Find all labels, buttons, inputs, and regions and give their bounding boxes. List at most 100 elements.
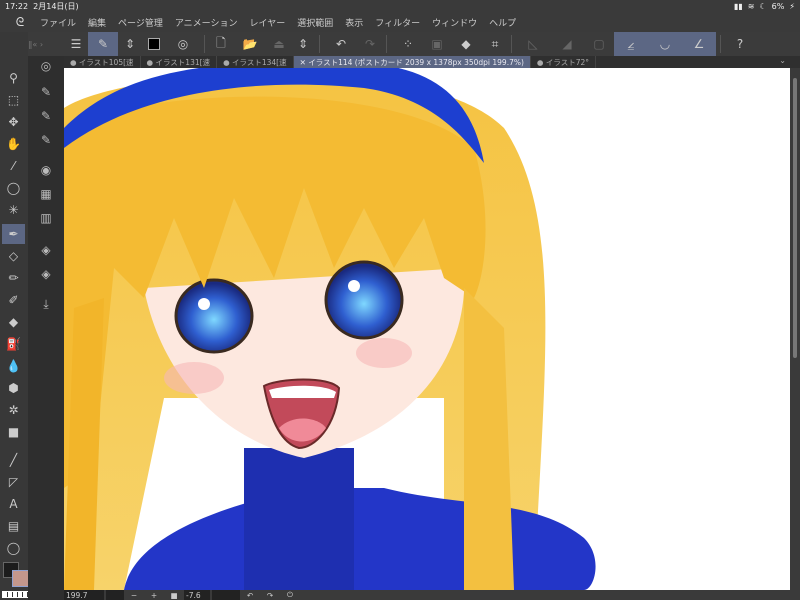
companion-icon[interactable]: ◎ [166, 32, 200, 56]
airbrush-tool-icon[interactable]: ⛽ [2, 334, 25, 354]
eyedropper-tool-icon[interactable]: ⁄ [2, 156, 25, 176]
blend-tool-icon[interactable]: 💧 [2, 356, 25, 376]
animation-icon[interactable]: ▥ [34, 208, 58, 228]
hand-tool-icon[interactable]: ✋ [2, 134, 25, 154]
tab-illust72[interactable]: ● イラスト72° [531, 56, 596, 68]
eraser-tool-icon[interactable]: ◇ [2, 246, 25, 266]
ruler-tool-icon[interactable]: ◸ [2, 472, 25, 492]
reset-rotation-icon[interactable]: ⏻ [280, 590, 300, 600]
subtool-palette: ◎ ✎ ✎ ✎ ◉ ▦ ▥ ◈ ◈ ⤓ [28, 56, 64, 600]
menu-bar: ᘓ ファイル 編集 ページ管理 アニメーション レイヤー 選択範囲 表示 フィル… [0, 13, 800, 32]
vertical-scrollbar[interactable] [790, 68, 800, 590]
zoom-value-field[interactable]: 199.7 [64, 590, 104, 600]
tab-illust114[interactable]: ✕ イラスト114 (ポストカード 2039 x 1378px 350dpi 1… [293, 56, 531, 68]
text-tool-icon[interactable]: A [2, 494, 25, 514]
decoration-tool-icon[interactable]: ✲ [2, 400, 25, 420]
left-eye [174, 278, 254, 354]
line-tool-icon[interactable]: ╱ [2, 450, 25, 470]
stabilize-3-icon[interactable]: ∠ [682, 32, 716, 56]
menu-help[interactable]: ヘルプ [489, 16, 516, 29]
move-tool-icon[interactable]: ✥ [2, 112, 25, 132]
navigator-icon[interactable]: ◉ [34, 160, 58, 180]
layer-property-icon[interactable]: ✎ [34, 82, 58, 102]
material-icon[interactable]: ▦ [34, 184, 58, 204]
tab-illust105[interactable]: ● イラスト105[速 [64, 56, 141, 68]
zoom-out-button[interactable]: − [124, 591, 144, 600]
divider [511, 35, 512, 53]
turtleneck [244, 448, 354, 590]
pen-tool-icon[interactable]: ✒ [2, 224, 25, 244]
wifi-icon: ≋ [747, 2, 755, 11]
pencil-tool-icon[interactable]: ✏ [2, 268, 25, 288]
sub-color-swatch[interactable] [12, 570, 29, 587]
blush-right [356, 338, 412, 368]
drawing-canvas[interactable] [64, 68, 790, 590]
menu-file[interactable]: ファイル [40, 16, 76, 29]
download-icon[interactable]: ⤓ [34, 294, 58, 314]
frame-icon[interactable]: ▢ [584, 32, 614, 56]
up-down-icon[interactable]: ⇕ [118, 32, 142, 56]
redo-icon[interactable]: ↷ [358, 32, 382, 56]
fit-button[interactable]: ■ [164, 591, 184, 600]
balloon-tool-icon[interactable]: ◯ [2, 538, 25, 558]
edit-mode-icon[interactable]: ✎ [88, 32, 118, 56]
gradient-tool-icon[interactable]: ■ [2, 422, 25, 442]
gradient-icon[interactable]: ◢ [550, 32, 584, 56]
color-swatch-icon[interactable] [142, 32, 166, 56]
zoom-tool-icon[interactable]: ⚲ [2, 68, 25, 88]
rotation-slider[interactable] [212, 590, 240, 600]
clear-icon[interactable]: ▣ [425, 32, 449, 56]
tab-illust134[interactable]: ● イラスト134[速 [217, 56, 294, 68]
status-bar: 17:22 2月14日(日) ▮▮ ≋ ☾ 6% ⚡ [0, 0, 800, 13]
help-icon[interactable]: ? [725, 32, 755, 56]
illustration [64, 68, 596, 590]
tab-illust131[interactable]: ● イラスト131[速 [141, 56, 218, 68]
rotate-left-icon[interactable]: ↶ [240, 591, 260, 600]
divider [319, 35, 320, 53]
signal-icon: ▮▮ [733, 2, 743, 11]
menu-layer[interactable]: レイヤー [250, 16, 286, 29]
pattern-tool-icon[interactable]: ⬢ [2, 378, 25, 398]
frame-tool-icon[interactable]: ▤ [2, 516, 25, 536]
ruler-icon[interactable]: ◺ [516, 32, 550, 56]
battery-percent: 6% [771, 2, 785, 11]
search-icon[interactable]: ◎ [34, 56, 58, 76]
app-logo-icon[interactable]: ᘓ [0, 15, 40, 30]
fill-icon[interactable]: ◆ [449, 32, 483, 56]
brush-tool-icon[interactable]: ✐ [2, 290, 25, 310]
tool-property-icon[interactable]: ✎ [34, 106, 58, 126]
menu-animation[interactable]: アニメーション [175, 16, 238, 29]
right-eye [324, 260, 404, 340]
command-bar: « ‖« › ☰ ✎ ⇕ ◎ 🗋 📂 ⏏ ⇕ ↶ ↷ ⁘ ▣ ◆ ⌗ ◺ ◢ ▢… [0, 32, 800, 56]
stabilize-1-icon[interactable]: ⦤ [614, 32, 648, 56]
fill-tool-icon[interactable]: ◆ [2, 312, 25, 332]
operation-tool-icon[interactable]: ⬚ [2, 90, 25, 110]
open-file-icon[interactable]: 📂 [233, 32, 267, 56]
zoom-slider[interactable] [106, 590, 124, 600]
menu-filter[interactable]: フィルター [375, 16, 420, 29]
scrollbar-thumb[interactable] [793, 78, 797, 358]
rotation-value-field[interactable]: -7.6 [184, 590, 210, 600]
zoom-in-button[interactable]: + [144, 591, 164, 600]
rotate-right-icon[interactable]: ↷ [260, 591, 280, 600]
transform-icon[interactable]: ⌗ [483, 32, 507, 56]
deselect-icon[interactable]: ⁘ [391, 32, 425, 56]
undo-icon[interactable]: ↶ [324, 32, 358, 56]
brush-size-icon[interactable]: ✎ [34, 130, 58, 150]
transparent-color-toggle[interactable] [2, 591, 29, 598]
save-icon[interactable]: ⏏ [267, 32, 291, 56]
hamburger-menu-icon[interactable]: ☰ [64, 32, 88, 56]
menu-window[interactable]: ウィンドウ [432, 16, 477, 29]
menu-view[interactable]: 表示 [345, 16, 363, 29]
up-down-icon[interactable]: ⇕ [291, 32, 315, 56]
stabilize-2-icon[interactable]: ◡ [648, 32, 682, 56]
layer-search-icon[interactable]: ◈ [34, 240, 58, 260]
menu-page[interactable]: ページ管理 [118, 16, 163, 29]
magic-wand-tool-icon[interactable]: ✳ [2, 200, 25, 220]
lasso-tool-icon[interactable]: ◯ [2, 178, 25, 198]
new-file-icon[interactable]: 🗋 [209, 32, 233, 56]
menu-edit[interactable]: 編集 [88, 16, 106, 29]
layers-icon[interactable]: ◈ [34, 264, 58, 284]
menu-selection[interactable]: 選択範囲 [297, 16, 333, 29]
chevron-down-icon[interactable]: ⌄ [779, 56, 800, 68]
